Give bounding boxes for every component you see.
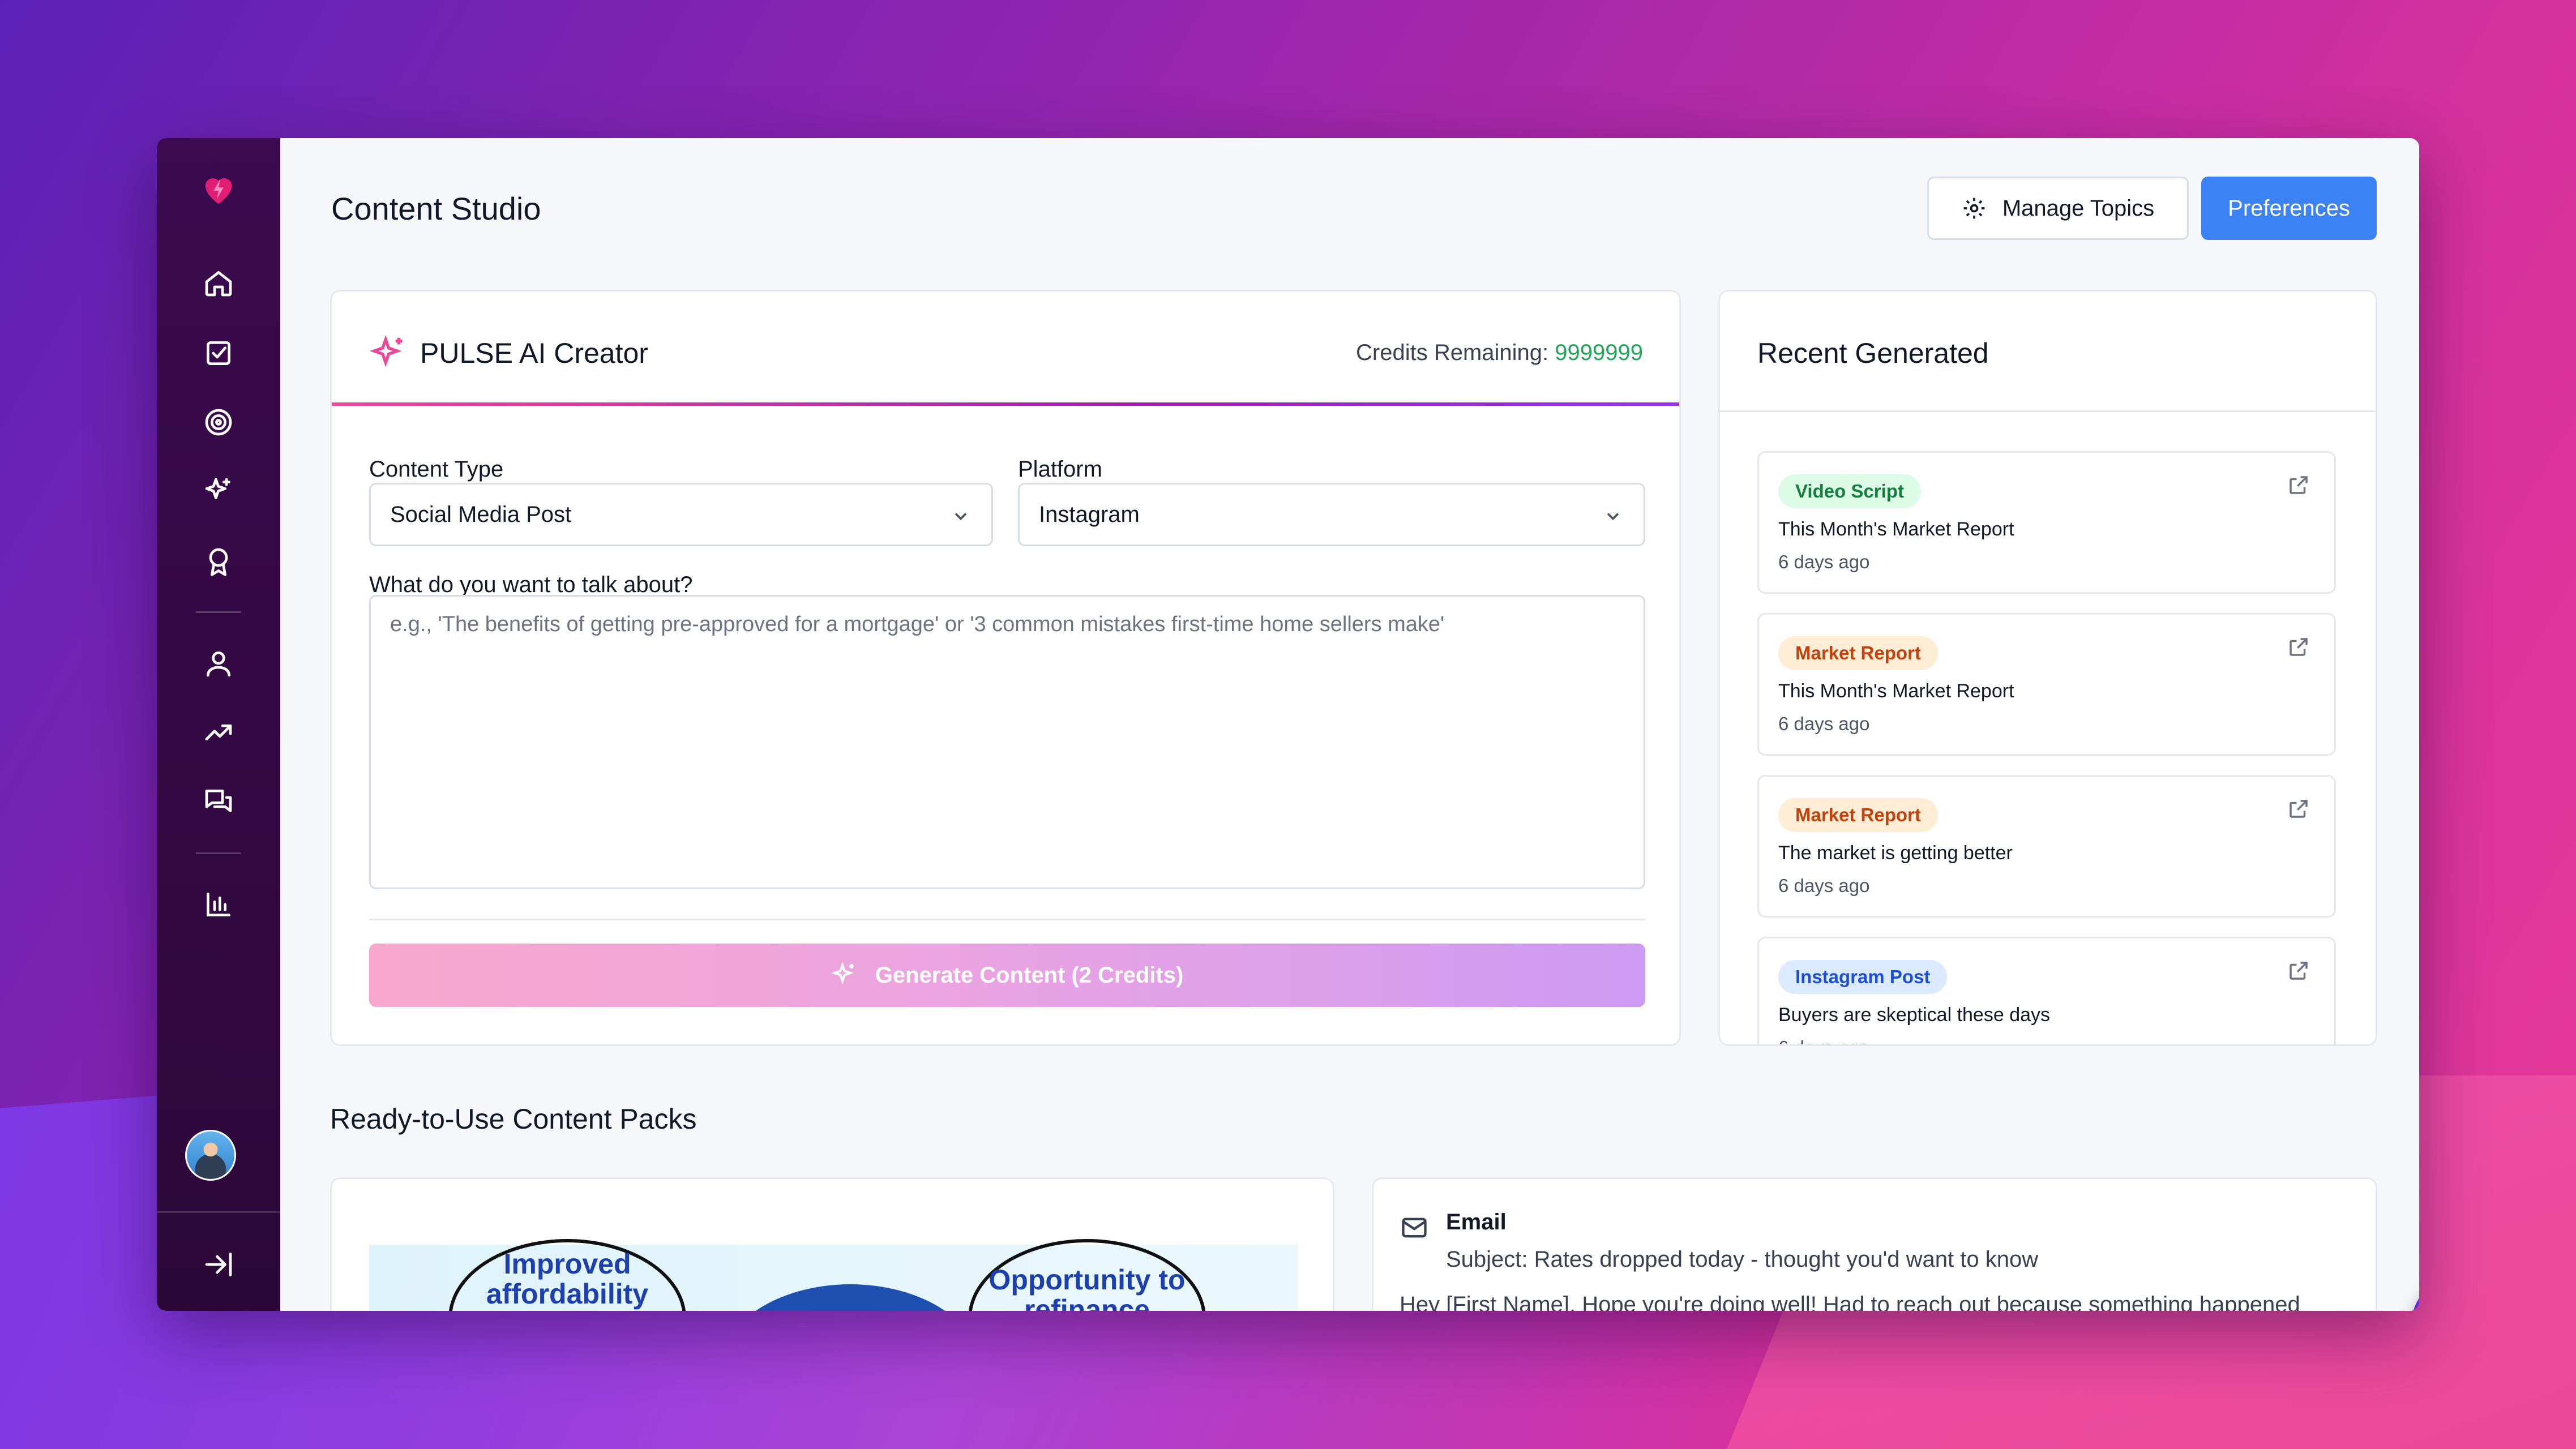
mail-icon (1402, 1217, 1427, 1238)
header-accent-line (332, 402, 1679, 406)
logo-icon[interactable] (190, 161, 247, 217)
ai-creator-card: PULSE AI Creator Credits Remaining: 9999… (330, 290, 1681, 1046)
creator-header: PULSE AI Creator Credits Remaining: 9999… (332, 291, 1679, 405)
avatar[interactable] (185, 1130, 236, 1181)
recent-item-time: 6 days ago (1778, 875, 1870, 896)
platform-label: Platform (1018, 457, 1102, 482)
home-icon[interactable] (190, 255, 247, 311)
email-body-preview: Hey [First Name], Hope you're doing well… (1400, 1292, 2300, 1311)
bar-chart-icon[interactable] (190, 876, 247, 933)
content-type-select[interactable]: Social Media Post (369, 483, 993, 546)
content-type-value: Social Media Post (390, 501, 572, 527)
chevron-down-icon (1607, 513, 1619, 521)
sparkles-icon (831, 962, 854, 985)
content-type-label: Content Type (369, 457, 504, 482)
content-type-badge: Market Report (1778, 636, 1938, 670)
sidebar-divider (196, 611, 241, 613)
sidebar-divider (196, 852, 241, 854)
topic-label: What do you want to talk about? (369, 572, 693, 597)
recent-item-time: 6 days ago (1778, 713, 1870, 734)
sidebar (157, 138, 280, 1311)
platform-select[interactable]: Instagram (1018, 483, 1645, 546)
decorative-blob (720, 1284, 981, 1311)
manage-topics-label: Manage Topics (2002, 195, 2155, 221)
trending-up-icon[interactable] (190, 704, 247, 761)
external-link-icon[interactable] (2287, 473, 2310, 497)
sidebar-divider (157, 1211, 280, 1213)
divider (1720, 410, 2376, 412)
external-link-icon[interactable] (2287, 797, 2310, 821)
credits-value: 9999999 (1555, 340, 1643, 365)
recent-item[interactable]: Video Script This Month's Market Report … (1757, 451, 2336, 594)
topic-textarea[interactable]: e.g., 'The benefits of getting pre-appro… (369, 595, 1645, 889)
manage-topics-button[interactable]: Manage Topics (1927, 177, 2189, 240)
award-icon[interactable] (190, 533, 247, 590)
credits-label: Credits Remaining: (1356, 340, 1555, 365)
recent-item[interactable]: Market Report The market is getting bett… (1757, 775, 2336, 918)
content-packs-title: Ready-to-Use Content Packs (330, 1103, 697, 1135)
pack-type: Email (1446, 1210, 1507, 1234)
recent-generated-card: Recent Generated Video Script This Month… (1718, 290, 2377, 1046)
chevron-down-icon (955, 513, 967, 521)
creator-title: PULSE AI Creator (420, 337, 648, 369)
main-content: Content Studio Manage Topics Preferences… (280, 138, 2419, 1311)
sparkles-icon (369, 335, 403, 367)
target-icon[interactable] (190, 394, 247, 451)
content-type-badge: Instagram Post (1778, 960, 1948, 994)
preferences-button[interactable]: Preferences (2201, 177, 2377, 240)
recent-item-title: This Month's Market Report (1778, 680, 2014, 702)
recent-item-title: The market is getting better (1778, 842, 2013, 864)
user-icon[interactable] (190, 635, 247, 692)
content-type-badge: Market Report (1778, 798, 1938, 832)
external-link-icon[interactable] (2287, 959, 2310, 983)
page-title: Content Studio (331, 191, 541, 226)
chat-button[interactable] (2411, 1275, 2419, 1311)
divider (369, 919, 1645, 920)
app-window: Content Studio Manage Topics Preferences… (157, 138, 2419, 1311)
recent-title: Recent Generated (1757, 337, 1989, 369)
speech-bubble: Improved affordability (448, 1239, 686, 1311)
collapse-sidebar-icon[interactable] (190, 1236, 247, 1293)
tasks-icon[interactable] (190, 325, 247, 381)
image-content-pack[interactable]: Improved affordability Opportunity to re… (330, 1177, 1334, 1311)
recent-item-time: 6 days ago (1778, 551, 1870, 572)
speech-bubble: Opportunity to refinance (968, 1239, 1206, 1311)
recent-item-title: Buyers are skeptical these days (1778, 1004, 2051, 1026)
generate-content-button[interactable]: Generate Content (2 Credits) (369, 944, 1645, 1007)
recent-item[interactable]: Market Report This Month's Market Report… (1757, 613, 2336, 756)
platform-value: Instagram (1039, 501, 1140, 527)
email-content-pack[interactable]: Email Subject: Rates dropped today - tho… (1372, 1177, 2377, 1311)
recent-item-time: 6 days ago (1778, 1037, 1869, 1044)
credits-remaining: Credits Remaining: 9999999 (1356, 340, 1643, 366)
gear-icon (1963, 198, 1985, 219)
recent-item-title: This Month's Market Report (1778, 518, 2014, 540)
content-type-badge: Video Script (1778, 474, 1921, 508)
messages-icon[interactable] (190, 773, 247, 830)
external-link-icon[interactable] (2287, 635, 2310, 659)
email-subject: Subject: Rates dropped today - thought y… (1446, 1247, 2039, 1272)
sparkles-icon[interactable] (190, 463, 247, 520)
recent-item[interactable]: Instagram Post Buyers are skeptical thes… (1757, 937, 2336, 1044)
generate-content-label: Generate Content (2 Credits) (875, 962, 1184, 988)
pack-image: Improved affordability Opportunity to re… (369, 1239, 1298, 1311)
